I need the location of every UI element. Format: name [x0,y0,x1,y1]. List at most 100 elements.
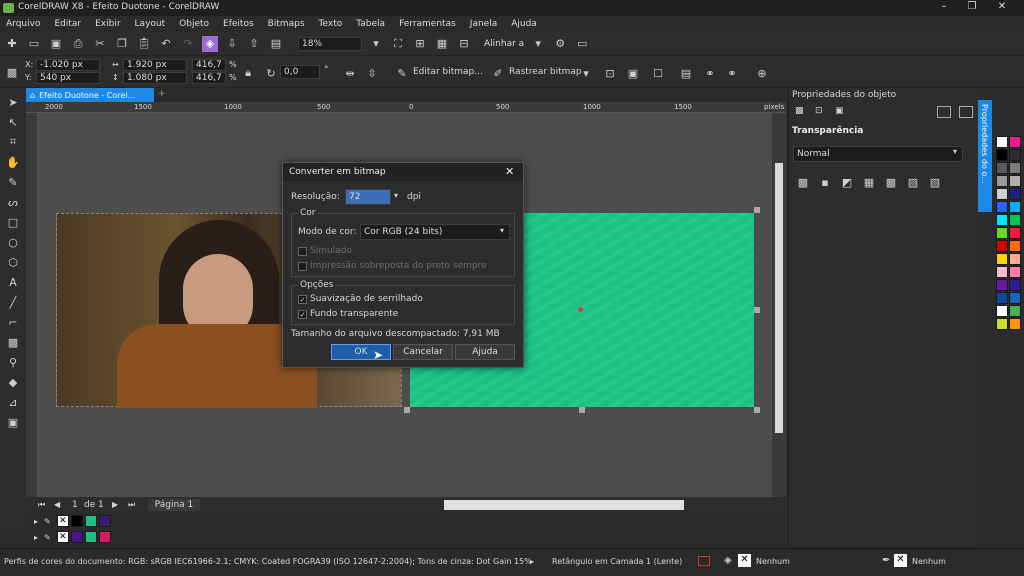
zoom-tool-icon[interactable]: ✋ [5,154,21,170]
selection-handle[interactable] [754,407,760,413]
two-color-transparency-icon[interactable]: ▨ [905,174,921,190]
crop-bitmap-icon[interactable]: ⊡ [602,65,618,81]
page-tab[interactable]: Página 1 [148,499,200,511]
palette-swatch[interactable] [996,188,1008,200]
lock-ratio-icon[interactable]: 🔒︎ [240,65,256,81]
palette-swatch[interactable] [1009,305,1021,317]
eyedropper-icon[interactable]: ✎ [44,533,51,542]
dialog-close-icon[interactable]: ✕ [505,165,514,178]
swatch[interactable] [70,531,83,543]
menu-objeto[interactable]: Objeto [179,19,209,29]
cancel-button[interactable]: Cancelar [393,344,453,360]
print-icon[interactable]: ⎙ [70,36,86,52]
docker-view-icon[interactable] [937,106,951,118]
show-rulers-icon[interactable]: ⊞ [412,36,428,52]
trace-bitmap-button[interactable]: Rastrear bitmap [509,67,582,77]
menu-ajuda[interactable]: Ajuda [511,19,537,29]
interactive-fill-icon[interactable]: ◆ [5,374,21,390]
minimize-button[interactable]: – [934,1,954,14]
menu-exibir[interactable]: Exibir [95,19,120,29]
color-profiles-text[interactable]: Perfis de cores do documento: RGB: sRGB … [4,557,532,566]
palette-swatch[interactable] [1009,149,1021,161]
swatch[interactable] [84,531,97,543]
trace-bitmap-icon[interactable]: ✐ [490,65,506,81]
bitmap-pattern-transparency-icon[interactable]: ▩ [883,174,899,190]
artistic-media-icon[interactable]: ᔕ [5,194,21,210]
palette-swatch[interactable] [996,201,1008,213]
show-guidelines-icon[interactable]: ⊟ [456,36,472,52]
palette-menu-icon[interactable]: ▸ [34,517,38,526]
show-grid-icon[interactable]: ▦ [434,36,450,52]
new-document-icon[interactable]: ✚ [4,36,20,52]
palette-swatch[interactable] [1009,240,1021,252]
align-dropdown-icon[interactable]: ▾ [530,36,546,52]
bitmap-color-mask-icon[interactable]: ▤ [678,65,694,81]
palette-swatch[interactable] [1009,227,1021,239]
palette-swatch[interactable] [1009,188,1021,200]
menu-efeitos[interactable]: Efeitos [223,19,254,29]
palette-swatch[interactable] [996,162,1008,174]
eyedropper-icon[interactable]: ✎ [44,517,51,526]
palette-swatch[interactable] [996,227,1008,239]
mirror-horizontal-icon[interactable]: ⇹ [342,65,358,81]
palette-swatch[interactable] [1009,253,1021,265]
menu-layout[interactable]: Layout [135,19,166,29]
add-tool-icon[interactable]: ▣ [5,414,21,430]
anti-alias-checkbox[interactable]: ✓ [298,295,307,304]
no-transparency-icon[interactable]: ▩ [795,174,811,190]
fill-tab-icon[interactable]: ▩ [795,106,804,116]
vertical-scroll-thumb[interactable] [775,163,783,433]
ellipse-tool-icon[interactable]: ○ [5,234,21,250]
rectangle-tool-icon[interactable]: □ [5,214,21,230]
text-tool-icon[interactable]: A [5,274,21,290]
close-button[interactable]: ✕ [992,1,1012,14]
swatch[interactable] [84,515,97,527]
palette-swatch[interactable] [996,305,1008,317]
palette-swatch[interactable] [1009,136,1021,148]
vertical-scrollbar[interactable] [772,113,786,497]
menu-ferramentas[interactable]: Ferramentas [399,19,456,29]
new-tab-icon[interactable]: + [158,89,166,99]
document-tab[interactable]: ⌂ Efeito Duotone - Corel... [26,88,154,102]
color-settings-icon[interactable] [698,556,710,566]
connector-tool-icon[interactable]: ⌐ [5,314,21,330]
overprint-checkbox[interactable] [298,262,307,271]
trace-dropdown-icon[interactable]: ▾ [578,65,594,81]
fountain-transparency-icon[interactable]: ◩ [839,174,855,190]
transparency-tab-icon[interactable]: ▣ [835,106,844,116]
fill-none-swatch[interactable]: ✕ [738,554,751,567]
mirror-vertical-icon[interactable]: ⇳ [364,65,380,81]
redo-icon[interactable]: ↷ [180,36,196,52]
vector-pattern-transparency-icon[interactable]: ▦ [861,174,877,190]
bitmap-border-icon[interactable]: ☐ [650,65,666,81]
eyedropper-tool-icon[interactable]: ⚲ [5,354,21,370]
selection-handle[interactable] [754,307,760,313]
menu-arquivo[interactable]: Arquivo [6,19,40,29]
crop-tool-icon[interactable]: ⌗ [5,134,21,150]
import-icon[interactable]: ⇩ [224,36,240,52]
docker-vertical-tab[interactable]: Propriedades do o... [978,100,992,212]
palette-swatch[interactable] [1009,175,1021,187]
resample-icon[interactable]: ▣ [625,65,641,81]
publish-pdf-icon[interactable]: ▤ [268,36,284,52]
docker-view2-icon[interactable] [959,106,973,118]
mode-dropdown-icon[interactable]: ▾ [953,147,957,156]
pick-tool-icon[interactable]: ➤ [5,94,21,110]
palette-swatch[interactable] [996,266,1008,278]
open-folder-icon[interactable]: ▭ [26,36,42,52]
color-mode-dropdown-icon[interactable]: ▾ [500,226,504,235]
palette-swatch[interactable] [1009,201,1021,213]
edit-bitmap-icon[interactable]: ✎ [394,65,410,81]
palette-swatch[interactable] [996,318,1008,330]
palette-swatch[interactable] [1009,162,1021,174]
menu-editar[interactable]: Editar [54,19,81,29]
scale-x-field[interactable]: 416,7 [192,59,226,71]
menu-texto[interactable]: Texto [319,19,343,29]
options-gear-icon[interactable]: ⚙ [552,36,568,52]
x-position-field[interactable]: -1.020 px [36,59,100,71]
parallel-dimension-icon[interactable]: ╱ [5,294,21,310]
palette-swatch[interactable] [996,240,1008,252]
unlink-icon[interactable]: ⚭ [724,65,740,81]
align-label[interactable]: Alinhar a [484,39,524,49]
add-icon[interactable]: ⊕ [754,65,770,81]
